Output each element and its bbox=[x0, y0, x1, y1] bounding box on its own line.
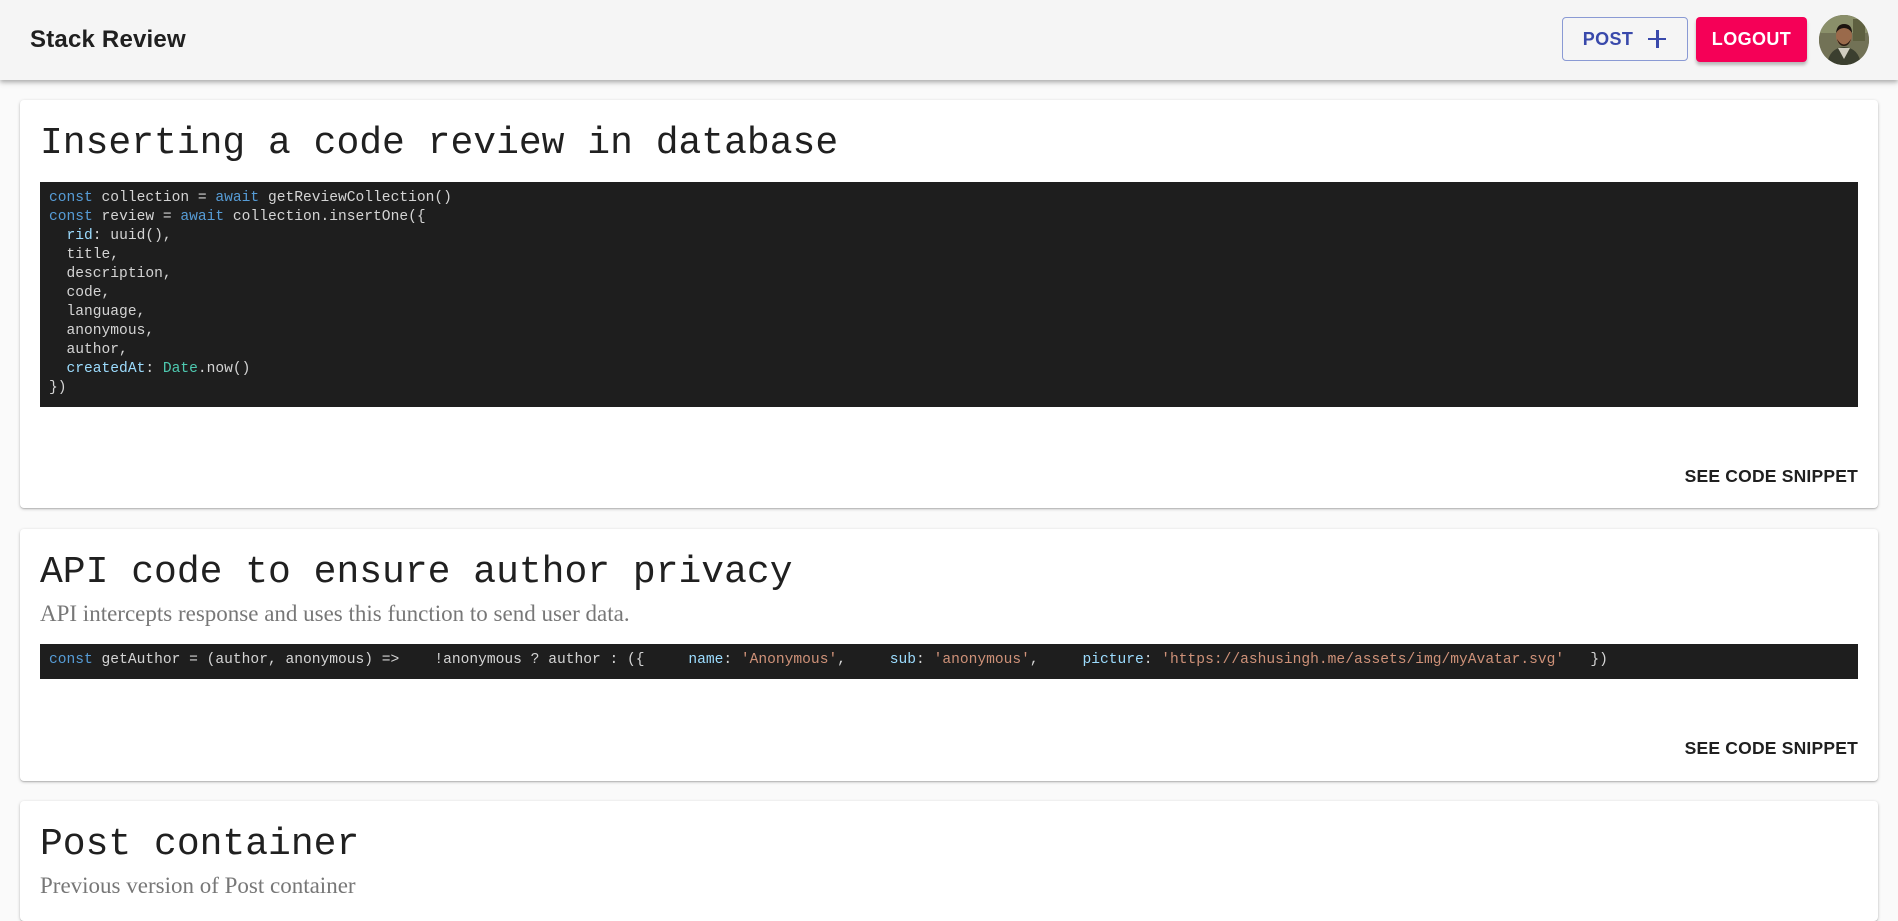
plus-icon bbox=[1647, 29, 1667, 49]
code-token: const bbox=[49, 209, 93, 225]
avatar[interactable] bbox=[1819, 15, 1869, 65]
see-code-snippet-button[interactable]: SEE CODE SNIPPET bbox=[1685, 738, 1858, 759]
code-token: name bbox=[688, 652, 724, 668]
brand-title[interactable]: Stack Review bbox=[30, 26, 186, 54]
code-token: await bbox=[180, 209, 225, 225]
code-line: }) bbox=[49, 379, 1849, 398]
review-title: Inserting a code review in database bbox=[40, 122, 839, 165]
code-line: rid: uuid(), bbox=[49, 227, 1849, 246]
code-token: sub bbox=[889, 652, 917, 668]
code-token: anonymous, bbox=[49, 323, 155, 339]
code-token: collection.insertOne({ bbox=[224, 209, 426, 225]
code-token: : uuid(), bbox=[92, 228, 172, 244]
code-token: : bbox=[916, 652, 934, 668]
review-card: API code to ensure author privacy API in… bbox=[20, 529, 1878, 781]
code-token: : bbox=[1143, 652, 1162, 668]
code-token: 'Anonymous' bbox=[740, 652, 838, 668]
code-token: picture bbox=[1082, 652, 1144, 668]
code-token: : bbox=[145, 361, 163, 377]
post-button-label: POST bbox=[1582, 28, 1634, 49]
code-token: description, bbox=[49, 266, 172, 282]
code-line: title, bbox=[49, 246, 1849, 265]
code-token: review = bbox=[92, 209, 181, 225]
code-token: 'anonymous' bbox=[933, 652, 1030, 668]
code-token: collection = bbox=[92, 190, 216, 206]
code-token: Date bbox=[162, 361, 198, 377]
post-button[interactable]: POST bbox=[1562, 17, 1688, 61]
code-line: createdAt: Date.now() bbox=[49, 360, 1849, 379]
code-block: const getAuthor = (author, anonymous) =>… bbox=[40, 644, 1858, 679]
code-line: code, bbox=[49, 284, 1849, 303]
review-title: Post container bbox=[40, 823, 360, 866]
review-card: Post container Previous version of Post … bbox=[20, 801, 1878, 921]
user-avatar-icon bbox=[1819, 15, 1869, 65]
review-description: API intercepts response and uses this fu… bbox=[40, 601, 630, 626]
review-card: Inserting a code review in database cons… bbox=[20, 100, 1878, 508]
code-token: language, bbox=[49, 304, 146, 320]
review-title: API code to ensure author privacy bbox=[40, 551, 793, 594]
code-line: language, bbox=[49, 303, 1849, 322]
code-token: const bbox=[49, 190, 93, 206]
review-description: Previous version of Post container bbox=[40, 873, 356, 898]
code-token: code, bbox=[49, 285, 111, 301]
code-token: author, bbox=[49, 342, 128, 358]
code-token: 'https://ashusingh.me/assets/img/myAvata… bbox=[1161, 652, 1565, 668]
code-token: const bbox=[49, 652, 93, 668]
code-block: const collection = await getReviewCollec… bbox=[40, 182, 1858, 407]
code-line: const review = await collection.insertOn… bbox=[49, 208, 1849, 227]
code-token: }) bbox=[1564, 652, 1608, 668]
code-token: getAuthor = (author, anonymous) => !anon… bbox=[92, 652, 689, 668]
code-token: await bbox=[215, 190, 260, 206]
code-line: anonymous, bbox=[49, 322, 1849, 341]
see-code-snippet-button[interactable]: SEE CODE SNIPPET bbox=[1685, 466, 1858, 487]
app-bar: Stack Review POST LOGOUT bbox=[0, 0, 1898, 80]
code-token: }) bbox=[49, 380, 67, 396]
code-token: : bbox=[723, 652, 741, 668]
code-line: const getAuthor = (author, anonymous) =>… bbox=[49, 651, 1849, 670]
logout-button[interactable]: LOGOUT bbox=[1696, 17, 1807, 62]
code-line: author, bbox=[49, 341, 1849, 360]
code-token: .now() bbox=[197, 361, 251, 377]
code-token: rid bbox=[66, 228, 93, 244]
code-token: getReviewCollection() bbox=[259, 190, 452, 206]
code-line: description, bbox=[49, 265, 1849, 284]
code-token: title, bbox=[49, 247, 120, 263]
code-line: const collection = await getReviewCollec… bbox=[49, 189, 1849, 208]
code-token: , bbox=[1029, 652, 1083, 668]
code-token: , bbox=[837, 652, 890, 668]
code-token: createdAt bbox=[66, 361, 146, 377]
